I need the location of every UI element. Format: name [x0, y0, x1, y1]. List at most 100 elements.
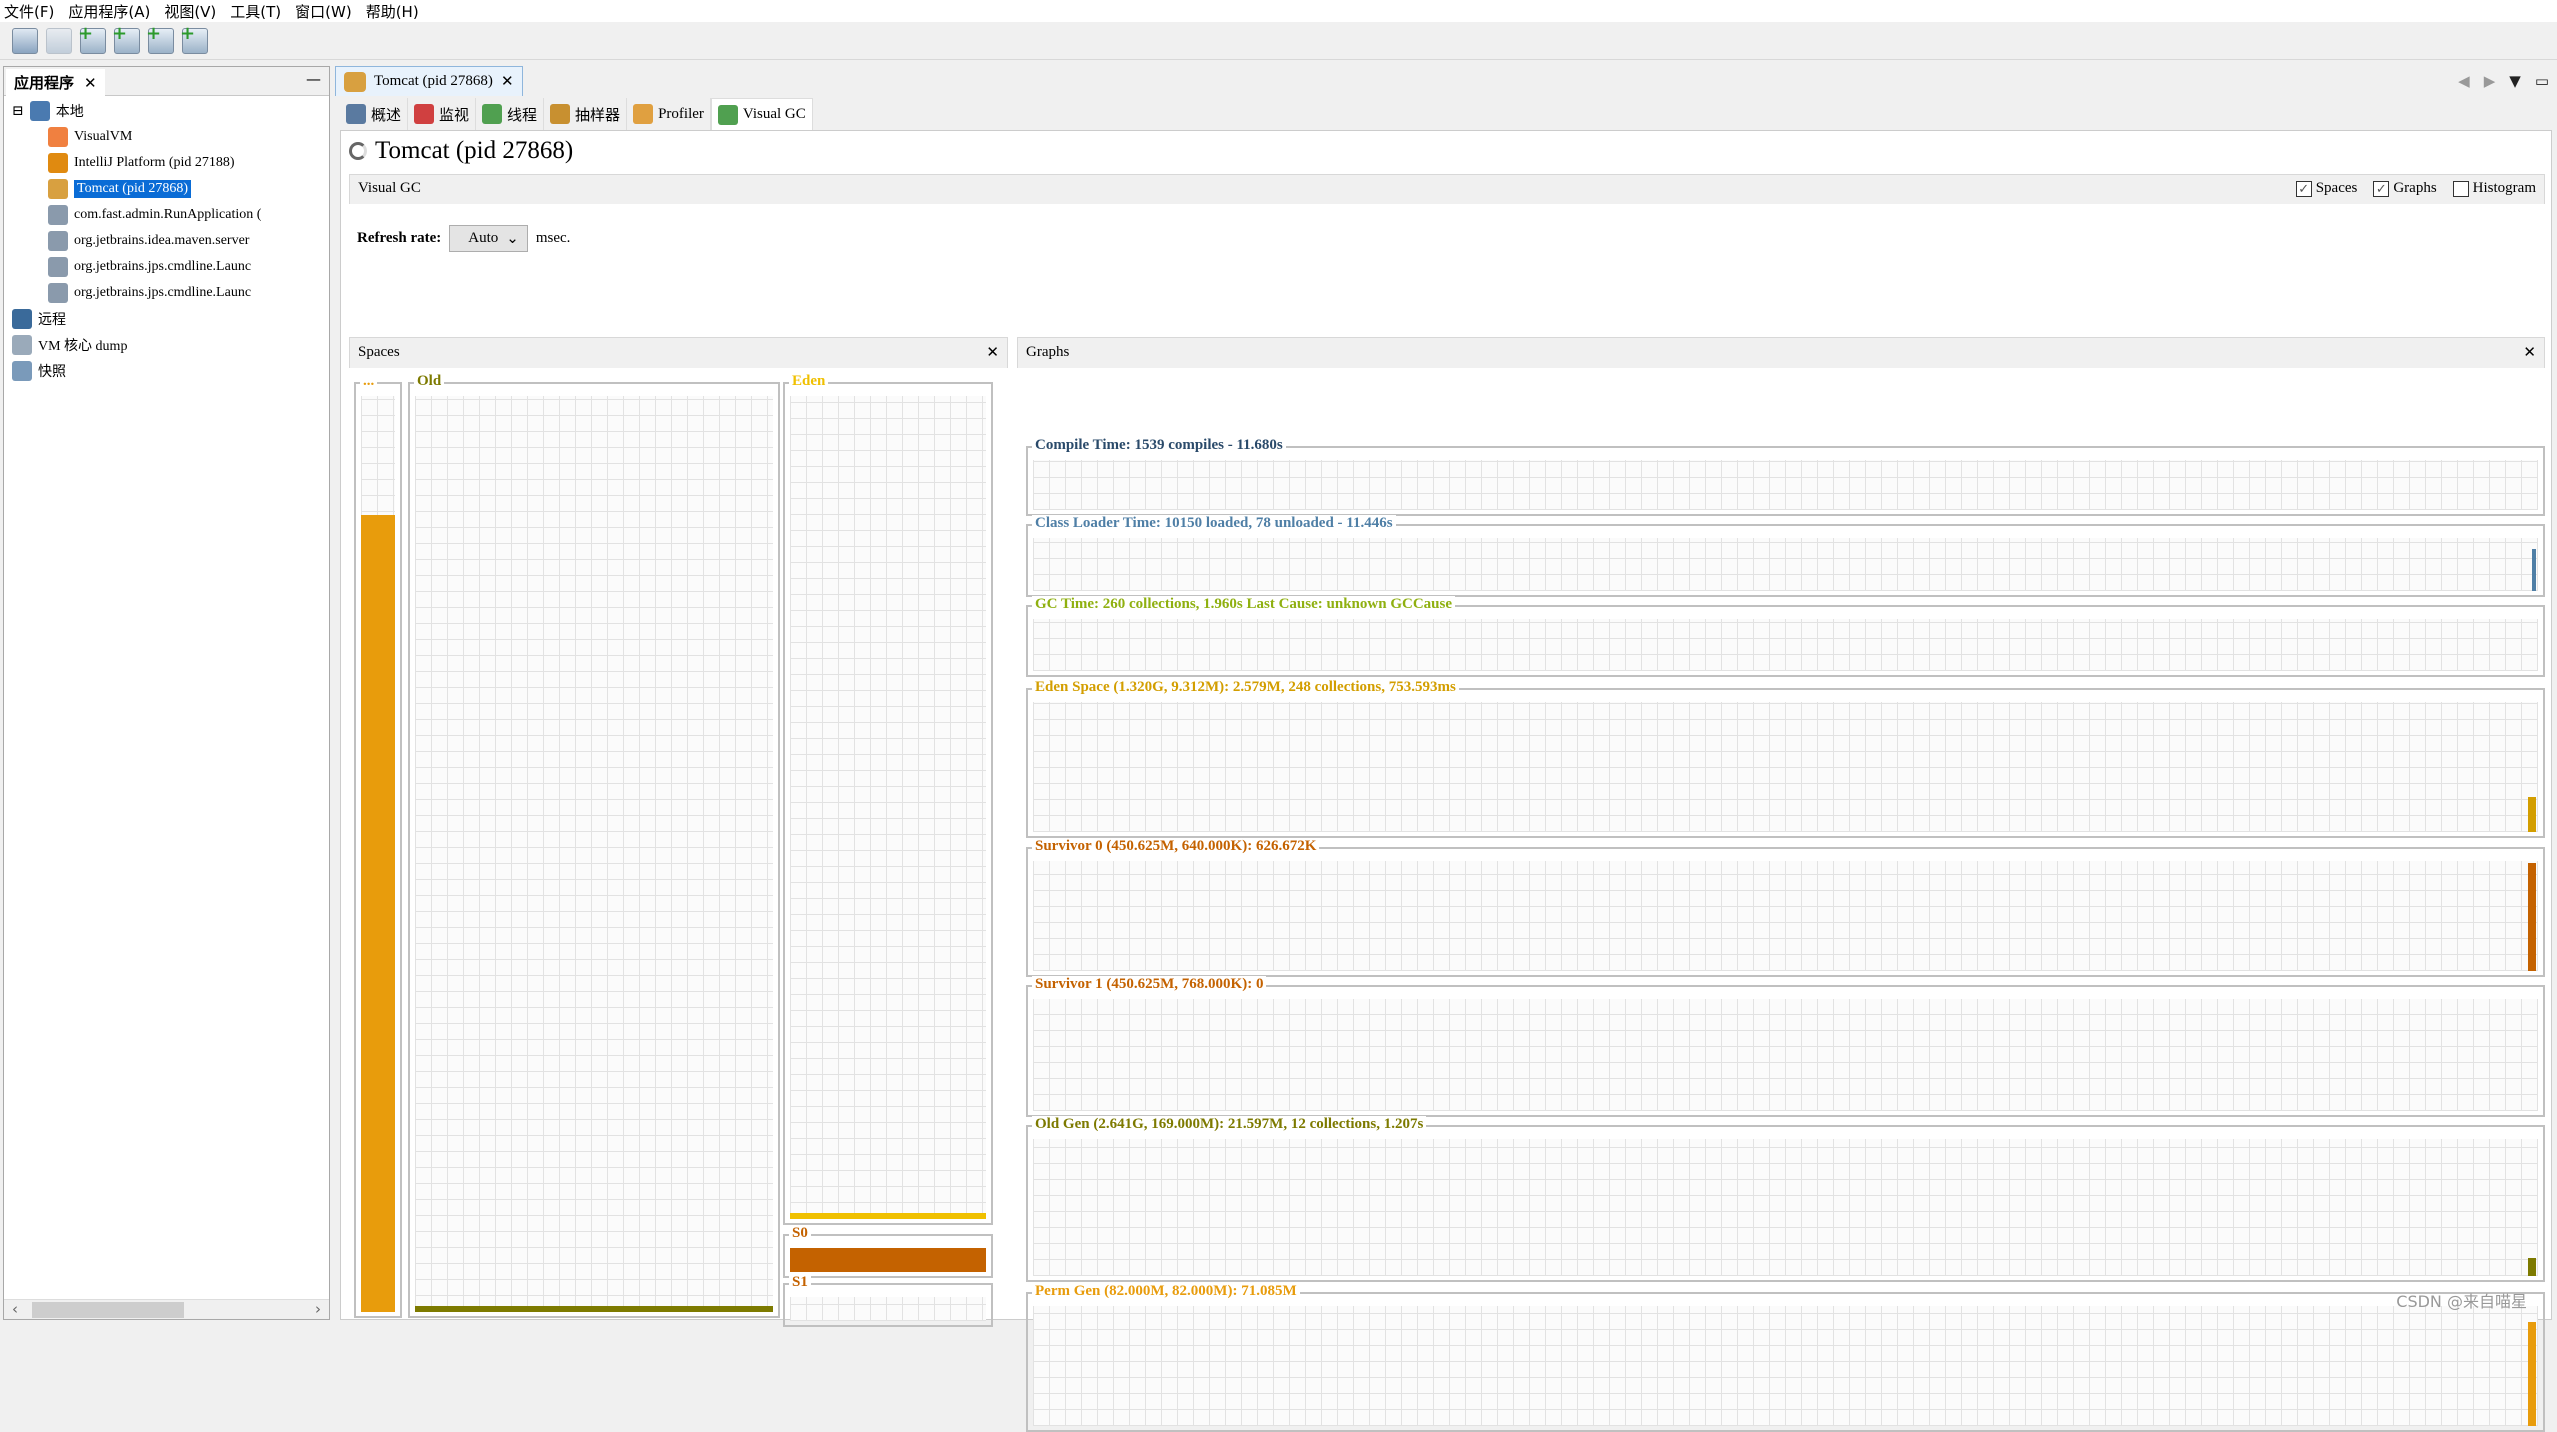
tree-node-label: VM 核心 dump: [38, 339, 128, 354]
visualgc-icon: [717, 104, 738, 125]
graphs-title: Graphs: [1026, 344, 1070, 360]
space-label: ...: [360, 373, 378, 390]
watermark: CSDN @来自喵星: [2396, 1292, 2527, 1311]
menu-window[interactable]: 窗口(W): [295, 1, 352, 22]
space-grid: [790, 1297, 986, 1321]
graph-3: Eden Space (1.320G, 9.312M): 2.579M, 248…: [1026, 679, 2545, 838]
scroll-tabs-right-icon[interactable]: ▶: [2484, 72, 2496, 90]
subtab-overview[interactable]: 概述: [340, 98, 409, 130]
close-spaces-icon[interactable]: ✕: [986, 343, 999, 361]
core-dump-icon: [12, 335, 32, 355]
applications-panel-header: 应用程序 ✕ —: [4, 67, 329, 96]
space-old: Old: [408, 373, 780, 1318]
space-grid: [790, 396, 986, 1219]
tree-node-2[interactable]: IntelliJ Platform (pid 27188): [48, 153, 235, 173]
monitor-icon: [414, 104, 435, 124]
refresh-rate-value: Auto: [468, 230, 499, 246]
scroll-right-icon[interactable]: ›: [315, 1300, 321, 1318]
add-remote-host-icon[interactable]: [78, 23, 106, 54]
checkbox-box[interactable]: ✓: [2373, 180, 2390, 197]
tree-node-4[interactable]: com.fast.admin.RunApplication (: [48, 205, 261, 225]
maximize-icon[interactable]: ▭: [2535, 72, 2549, 90]
tomcat-icon: [344, 71, 366, 92]
tree-node-8[interactable]: 远程: [12, 309, 66, 329]
refresh-rate-select[interactable]: Auto ⌄: [449, 225, 528, 252]
graph-4: Survivor 0 (450.625M, 640.000K): 626.672…: [1026, 838, 2545, 977]
spaces-panel: ... Old Eden S0 S1: [349, 368, 1008, 1327]
graph-title: Survivor 1 (450.625M, 768.000K): 0: [1032, 976, 1267, 993]
graph-0: Compile Time: 1539 compiles - 11.680s: [1026, 437, 2545, 516]
checkbox-label: Graphs: [2393, 180, 2437, 196]
scroll-tabs-left-icon[interactable]: ◀: [2458, 72, 2470, 90]
collapse-icon[interactable]: ⊟: [12, 103, 24, 120]
tab-applications[interactable]: 应用程序 ✕: [6, 69, 105, 96]
checkbox-box[interactable]: ✓: [2295, 180, 2312, 197]
tomcat-icon: [48, 179, 68, 199]
load-snapshot-icon[interactable]: [12, 27, 38, 54]
tree-node-label: org.jetbrains.idea.maven.server: [74, 233, 250, 248]
tree-node-9[interactable]: VM 核心 dump: [12, 335, 127, 355]
save-icon[interactable]: [46, 27, 72, 54]
tree-node-7[interactable]: org.jetbrains.jps.cmdline.Launc: [48, 283, 251, 303]
add-jmx-connection-icon[interactable]: [112, 23, 140, 54]
subtab-threads[interactable]: 线程: [476, 98, 545, 130]
graph-grid: [1033, 702, 2538, 832]
subtab-label: 概述: [371, 107, 402, 124]
space-fill-bar: [790, 1248, 986, 1272]
add-snapshot-icon[interactable]: [180, 23, 208, 54]
subtab-visualgc[interactable]: Visual GC: [710, 98, 813, 130]
graphs-panel: Compile Time: 1539 compiles - 11.680s Cla…: [1017, 368, 2545, 1432]
tree-node-10[interactable]: 快照: [12, 361, 66, 381]
tree-node-0[interactable]: ⊟ 本地: [12, 101, 84, 121]
scrollbar-thumb[interactable]: [32, 1302, 184, 1318]
checkbox-label: Spaces: [2315, 180, 2358, 196]
subtab-sampler[interactable]: 抽样器: [544, 98, 628, 130]
space-s0: S0: [783, 1225, 993, 1278]
tree-node-3[interactable]: Tomcat (pid 27868): [48, 179, 191, 199]
add-core-dump-icon[interactable]: [146, 23, 174, 54]
graph-grid: [1033, 999, 2538, 1111]
graph-grid: [1033, 538, 2538, 591]
subtab-label: 线程: [507, 107, 538, 124]
java-icon: [48, 283, 68, 303]
spaces-panel-header: Spaces ✕: [349, 337, 1008, 368]
menu-help[interactable]: 帮助(H): [366, 1, 419, 22]
checkbox-histogram[interactable]: Histogram: [2452, 180, 2536, 197]
close-icon[interactable]: ✕: [84, 74, 97, 92]
tree-node-6[interactable]: org.jetbrains.jps.cmdline.Launc: [48, 257, 251, 277]
subtab-profiler[interactable]: Profiler: [627, 98, 711, 130]
tab-list-dropdown-icon[interactable]: ▼: [2509, 72, 2521, 90]
spaces-title: Spaces: [358, 344, 400, 360]
visual-gc-view: Tomcat (pid 27868) Visual GC ✓ Spaces ✓ Gra…: [340, 130, 2552, 1432]
menu-file[interactable]: 文件(F): [4, 1, 54, 22]
space-s1: S1: [783, 1274, 993, 1327]
menu-view[interactable]: 视图(V): [164, 1, 216, 22]
subtab-monitor[interactable]: 监视: [408, 98, 477, 130]
checkbox-box[interactable]: [2452, 180, 2469, 197]
minimize-icon[interactable]: —: [306, 70, 321, 88]
space-permpermperm: ...: [354, 373, 402, 1318]
menu-applications[interactable]: 应用程序(A): [68, 1, 150, 22]
close-graphs-icon[interactable]: ✕: [2523, 343, 2536, 361]
graph-grid: [1033, 460, 2538, 510]
graph-series-tail: [2528, 796, 2536, 832]
tree-node-label: 本地: [55, 105, 84, 120]
tree-node-label: Tomcat (pid 27868): [74, 180, 191, 198]
checkbox-graphs[interactable]: ✓ Graphs: [2373, 180, 2437, 197]
graph-grid: [1033, 1306, 2538, 1426]
graph-title: GC Time: 260 collections, 1.960s Last Ca…: [1032, 596, 1455, 613]
page-title: Tomcat (pid 27868): [375, 137, 574, 164]
horizontal-scrollbar[interactable]: ‹ ›: [4, 1299, 329, 1319]
tree-node-1[interactable]: VisualVM: [48, 127, 132, 147]
profiler-icon: [633, 104, 654, 124]
checkbox-spaces[interactable]: ✓ Spaces: [2295, 180, 2358, 197]
graph-grid: [1033, 861, 2538, 971]
graph-series-tail: [2532, 548, 2536, 591]
tab-tomcat[interactable]: Tomcat (pid 27868) ✕: [335, 66, 523, 96]
menu-tools[interactable]: 工具(T): [230, 1, 281, 22]
close-icon[interactable]: ✕: [501, 72, 514, 91]
scroll-left-icon[interactable]: ‹: [12, 1300, 18, 1318]
graph-title: Eden Space (1.320G, 9.312M): 2.579M, 248…: [1032, 679, 1459, 696]
sampler-icon: [550, 104, 571, 124]
tree-node-5[interactable]: org.jetbrains.idea.maven.server: [48, 231, 249, 251]
